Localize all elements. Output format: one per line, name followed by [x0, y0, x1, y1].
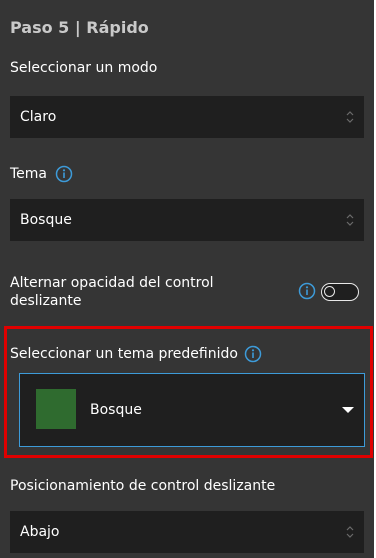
- info-icon[interactable]: [244, 345, 262, 363]
- slider-position-label: Posicionamiento de control deslizante: [10, 478, 276, 494]
- slider-opacity-label-line2: deslizante: [10, 293, 82, 309]
- theme-select-value: Bosque: [20, 212, 72, 228]
- theme-color-swatch: [36, 389, 76, 429]
- theme-label: Tema: [10, 166, 48, 182]
- preset-label-row: Seleccionar un tema predefinido: [10, 345, 262, 363]
- slider-position-value: Abajo: [20, 524, 60, 540]
- sort-arrows-icon: [346, 214, 354, 226]
- caret-down-icon: [342, 407, 354, 413]
- preset-theme-dropdown[interactable]: Bosque: [19, 373, 365, 447]
- slider-opacity-label-line1: Alternar opacidad del control: [10, 275, 214, 291]
- step-title: Paso 5 | Rápido: [10, 18, 149, 37]
- theme-label-row: Tema: [10, 165, 73, 183]
- mode-label: Seleccionar un modo: [10, 60, 158, 76]
- info-icon[interactable]: [55, 165, 73, 183]
- info-icon[interactable]: [298, 282, 316, 300]
- mode-select[interactable]: Claro: [10, 96, 364, 138]
- preset-theme-value: Bosque: [90, 402, 142, 418]
- toggle-knob: [324, 286, 335, 297]
- preset-label: Seleccionar un tema predefinido: [10, 346, 238, 362]
- settings-panel: Paso 5 | Rápido Seleccionar un modo Clar…: [0, 0, 374, 558]
- slider-position-select[interactable]: Abajo: [10, 511, 364, 553]
- slider-opacity-label: Alternar opacidad del control deslizante: [10, 274, 214, 310]
- mode-select-value: Claro: [20, 109, 57, 125]
- theme-select[interactable]: Bosque: [10, 199, 364, 241]
- sort-arrows-icon: [346, 526, 354, 538]
- sort-arrows-icon: [346, 111, 354, 123]
- slider-opacity-toggle[interactable]: [321, 283, 359, 301]
